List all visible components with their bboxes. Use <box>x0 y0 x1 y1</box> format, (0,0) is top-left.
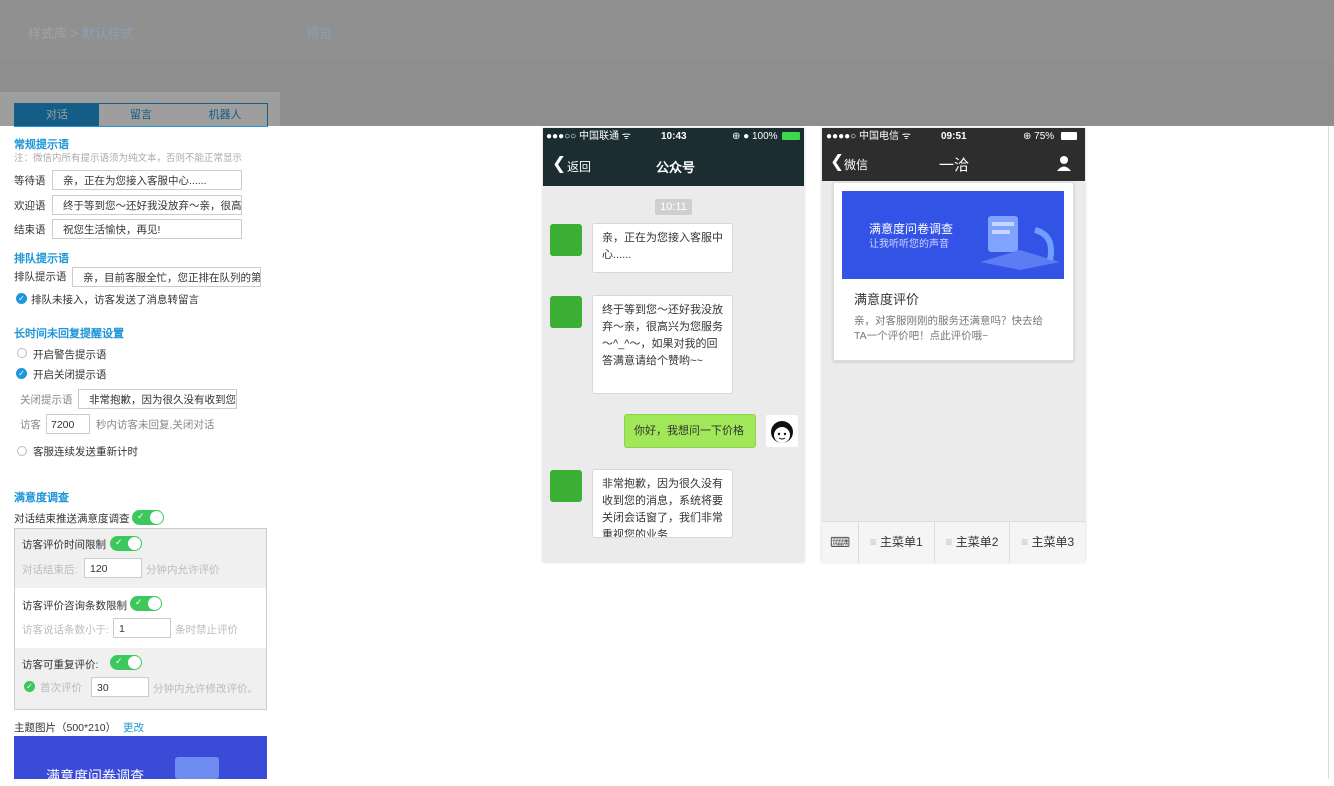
queue-checkbox[interactable]: ✓ <box>16 293 27 304</box>
toggle-check-icon: ✓ <box>137 511 145 521</box>
phone2-title: 一洽 <box>939 157 970 174</box>
section-title-satisfaction: 满意度调查 <box>14 492 69 504</box>
toggle-check-icon: ✓ <box>135 597 143 607</box>
breadcrumb-current: 默认样式 <box>81 26 134 41</box>
wechat-bottom-menu: ⌨ ≡ 主菜单1 ≡ 主菜单2 ≡ 主菜单3 <box>822 521 1085 563</box>
queue-label: 排队提示语 <box>14 271 67 283</box>
close-option-label: 开启关闭提示语 <box>33 369 107 381</box>
first-eval-checkbox[interactable]: ✓ <box>24 681 35 692</box>
chat-bubble-received: 终于等到您～还好我没放弃～亲，很高兴为您服务～^_^～，如果对我的回答满意请给个… <box>592 295 733 394</box>
first-eval-label: 首次评价 <box>40 682 82 694</box>
menu-item-2[interactable]: ≡ 主菜单2 <box>933 522 1010 563</box>
repeat-toggle[interactable]: ✓ <box>110 655 142 670</box>
breadcrumb: 样式库 > 默认样式 <box>28 23 134 42</box>
end-input[interactable]: 祝您生活愉快，再见! <box>52 219 242 239</box>
push-survey-label: 对话结束推送满意度调查 <box>14 513 130 525</box>
banner-illustration <box>980 210 1060 273</box>
phone1-battery-text: ⊕ ● 100% <box>732 131 778 142</box>
phone2-back-button[interactable]: 微信 <box>844 156 868 173</box>
time-limit-label: 访客评价时间限制 <box>22 539 106 551</box>
regular-note: 注：微信内所有提示语须为纯文本，否则不能正常显示 <box>14 153 243 164</box>
menu-lines-icon: ≡ <box>1021 535 1032 549</box>
phone1-back-button[interactable]: 返回 <box>567 158 591 175</box>
first-eval-suffix: 分钟内允许修改评价。 <box>153 683 258 695</box>
preview-title: 预览 <box>306 26 333 41</box>
battery-icon <box>782 132 800 140</box>
wechat-avatar-icon <box>550 470 582 502</box>
end-label: 结束语 <box>14 224 46 236</box>
profile-icon[interactable] <box>1056 155 1072 174</box>
phone2-carrier: ●●●●○ 中国电信 ᯤ <box>826 131 911 142</box>
menu-item-1[interactable]: ≡ 主菜单1 <box>857 522 934 563</box>
repeat-label: 访客可重复评价: <box>22 659 99 671</box>
visitor-seconds-input[interactable]: 7200 <box>46 414 90 434</box>
phone1-carrier: ●●●○○ 中国联通 ᯤ <box>546 131 631 142</box>
queue-input[interactable]: 亲，目前客服全忙，您正排在队列的第 <box>72 267 261 287</box>
time-limit-input[interactable]: 120 <box>84 558 142 578</box>
close-prompt-label: 关闭提示语 <box>20 394 73 406</box>
wait-label: 等待语 <box>14 175 46 187</box>
battery-icon <box>1061 132 1077 140</box>
user-avatar-icon <box>766 415 798 447</box>
restart-timer-radio[interactable] <box>17 446 27 456</box>
phone1-time: 10:43 <box>661 131 687 142</box>
time-prefix: 对话结束后: <box>22 564 78 576</box>
first-eval-input[interactable]: 30 <box>91 677 149 697</box>
count-limit-input[interactable]: 1 <box>113 618 171 638</box>
restart-timer-label: 客服连续发送重新计时 <box>33 446 138 458</box>
count-limit-label: 访客评价咨询条数限制 <box>22 600 127 612</box>
push-survey-toggle[interactable]: ✓ <box>132 510 164 525</box>
phone1-title: 公众号 <box>656 160 696 175</box>
banner-subtitle: 让我听听您的声音 <box>869 239 949 250</box>
menu-lines-icon: ≡ <box>869 535 881 549</box>
mode-tabs: 对话 留言 机器人 <box>14 103 268 127</box>
toggle-check-icon: ✓ <box>115 656 123 666</box>
breadcrumb-root[interactable]: 样式库 <box>28 26 67 41</box>
back-chevron-icon[interactable]: ❮ <box>552 154 566 174</box>
chat-bubble-received: 非常抱歉，因为很久没有收到您的消息，系统将要关闭会话窗了，我们非常重视您的业务 <box>592 469 733 538</box>
section-title-queue: 排队提示语 <box>14 253 69 265</box>
visitor-suffix: 秒内访客未回复,关闭对话 <box>96 419 215 431</box>
back-chevron-icon[interactable]: ❮ <box>830 152 844 172</box>
chat-time-tag: 10:11 <box>655 199 692 215</box>
tab-message[interactable]: 留言 <box>99 104 183 126</box>
phone2-time: 09:51 <box>941 131 967 142</box>
queue-check-label: 排队未接入，访客发送了消息转留言 <box>31 294 199 306</box>
close-prompt-radio[interactable]: ✓ <box>16 368 27 379</box>
chat-bubble-received: 亲，正在为您接入客服中心...... <box>592 223 733 273</box>
section-title-noreply: 长时间未回复提醒设置 <box>14 328 124 340</box>
welcome-label: 欢迎语 <box>14 200 46 212</box>
theme-illustration <box>175 757 219 779</box>
count-suffix: 条时禁止评价 <box>175 624 238 636</box>
visitor-label: 访客 <box>20 419 41 431</box>
count-limit-toggle[interactable]: ✓ <box>130 596 162 611</box>
warning-option-label: 开启警告提示语 <box>33 349 107 361</box>
welcome-input[interactable]: 终于等到您～还好我没放弃～亲，很高 <box>52 195 242 215</box>
right-divider <box>1328 126 1329 779</box>
top-header-bar <box>0 0 1334 58</box>
wechat-avatar-icon <box>550 224 582 256</box>
theme-banner-text: 满意度问卷调查 <box>46 768 144 784</box>
wechat-avatar-icon <box>550 296 582 328</box>
phone2-battery-text: ⊕ 75% <box>1023 131 1055 142</box>
keyboard-icon[interactable]: ⌨ <box>822 522 858 563</box>
chat-bubble-sent: 你好，我想问一下价格 <box>624 414 756 448</box>
card-description: 亲，对客服刚刚的服务还满意吗？快去给TA一个评价吧！点此评价哦~ <box>854 315 1043 342</box>
count-prefix: 访客说话条数小于: <box>22 624 109 636</box>
tab-robot[interactable]: 机器人 <box>183 104 267 126</box>
time-limit-toggle[interactable]: ✓ <box>110 536 142 551</box>
time-suffix: 分钟内允许评价 <box>146 564 220 576</box>
close-prompt-input[interactable]: 非常抱歉，因为很久没有收到您 <box>78 389 237 409</box>
warning-radio[interactable] <box>17 348 27 358</box>
menu-item-3[interactable]: ≡ 主菜单3 <box>1009 522 1085 563</box>
menu-lines-icon: ≡ <box>945 535 956 549</box>
theme-change-link[interactable]: 更改 <box>123 720 144 735</box>
tab-dialog[interactable]: 对话 <box>15 104 99 126</box>
card-title: 满意度评价 <box>854 292 920 307</box>
toggle-check-icon: ✓ <box>115 537 123 547</box>
wait-input[interactable]: 亲，正在为您接入客服中心...... <box>52 170 242 190</box>
breadcrumb-separator: > <box>70 26 79 41</box>
theme-image-label: 主题图片（500*210） <box>14 722 117 734</box>
